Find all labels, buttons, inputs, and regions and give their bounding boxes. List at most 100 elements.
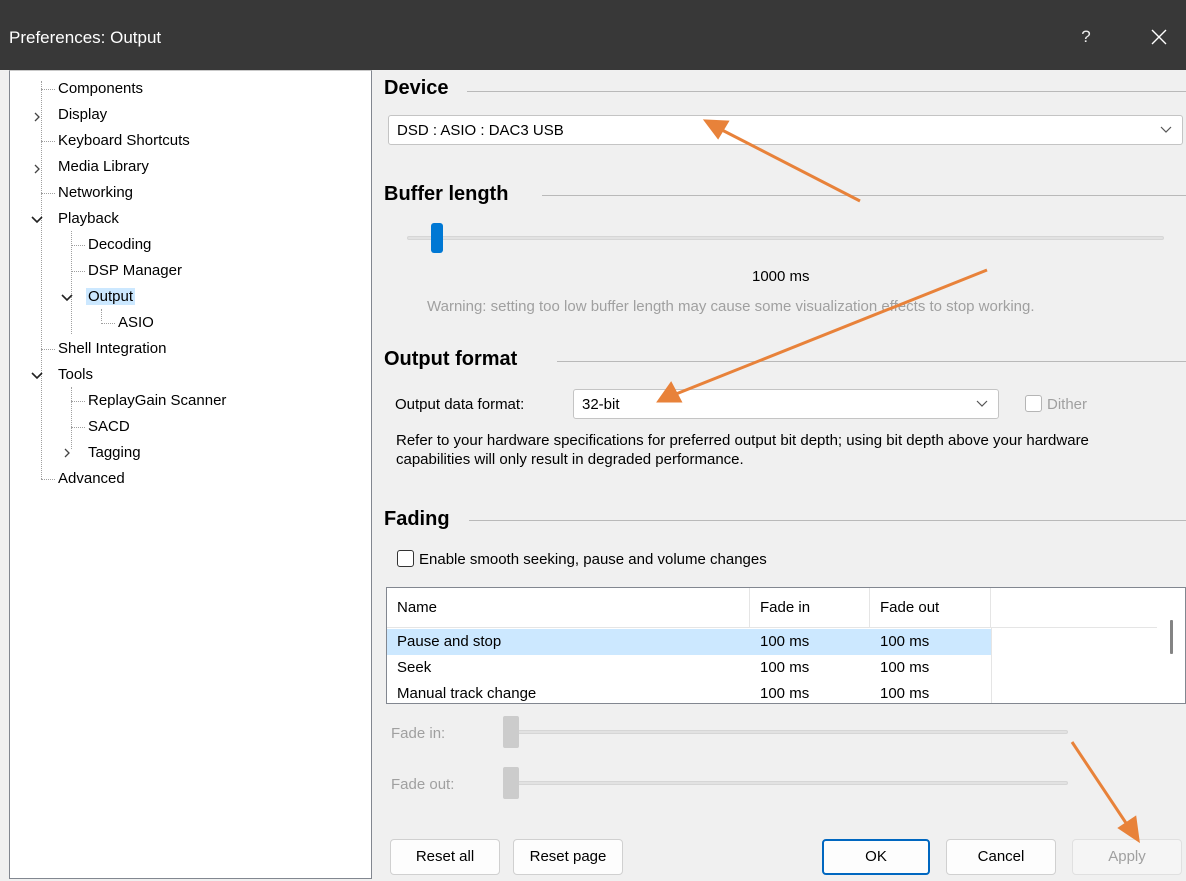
- tree-item-label: Playback: [58, 210, 119, 227]
- tree-item-dsp-manager[interactable]: DSP Manager: [86, 260, 184, 282]
- cell-fade-out: 100 ms: [880, 659, 930, 676]
- fade-in-slider-thumb[interactable]: [503, 716, 519, 748]
- buffer-length-value: 1000 ms: [752, 268, 810, 285]
- tree-item-sacd[interactable]: SACD: [86, 416, 132, 438]
- tree-guide-line: [71, 245, 85, 246]
- device-dropdown[interactable]: DSD : ASIO : DAC3 USB: [388, 115, 1183, 145]
- cell-fade-in: 100 ms: [760, 659, 810, 676]
- fading-table[interactable]: Name Fade in Fade out Pause and stop 100…: [386, 587, 1186, 704]
- annotation-arrow-output-format: [675, 268, 988, 396]
- table-scrollbar[interactable]: [1157, 588, 1185, 703]
- output-format-heading: Output format: [384, 348, 518, 370]
- section-divider: [557, 361, 1186, 362]
- tree-guide-line: [101, 309, 102, 321]
- output-data-format-dropdown[interactable]: 32-bit: [573, 389, 999, 419]
- tree-item-label: Display: [58, 106, 108, 123]
- reset-page-button[interactable]: Reset page: [513, 839, 623, 875]
- fade-out-slider-thumb[interactable]: [503, 767, 519, 799]
- tree-guide-line: [41, 479, 55, 480]
- help-button[interactable]: ?: [1072, 22, 1100, 52]
- tree-item-tagging[interactable]: Tagging: [86, 442, 143, 464]
- cell-fade-in: 100 ms: [760, 633, 810, 650]
- tree-item-label: SACD: [88, 418, 130, 435]
- chevron-down-icon[interactable]: [30, 368, 44, 382]
- tree-item-output[interactable]: Output: [86, 286, 136, 308]
- reset-all-button[interactable]: Reset all: [390, 839, 500, 875]
- tree-item-media-library[interactable]: Media Library: [56, 156, 151, 178]
- tree-item-shell-integration[interactable]: Shell Integration: [56, 338, 168, 360]
- cell-fade-out: 100 ms: [880, 685, 930, 702]
- tree-item-advanced[interactable]: Advanced: [56, 468, 127, 490]
- column-header-fade-out[interactable]: Fade out: [870, 588, 991, 628]
- table-row[interactable]: Pause and stop 100 ms 100 ms: [387, 629, 991, 655]
- tree-item-display[interactable]: Display: [56, 104, 109, 126]
- window-title: Preferences: Output: [9, 28, 162, 47]
- chevron-right-icon[interactable]: [60, 446, 74, 460]
- table-header: Name Fade in Fade out: [387, 588, 1157, 628]
- tree-guide-line: [41, 89, 55, 90]
- tree-item-label: Keyboard Shortcuts: [58, 132, 190, 149]
- preferences-tree[interactable]: Components Display Keyboard Shortcuts Me…: [9, 70, 372, 879]
- chevron-down-icon[interactable]: [60, 290, 74, 304]
- tree-guide-line: [71, 401, 85, 402]
- buffer-length-heading: Buffer length: [384, 183, 509, 205]
- chevron-down-icon[interactable]: [30, 212, 44, 226]
- close-button[interactable]: [1142, 22, 1176, 52]
- enable-smooth-seeking-label: Enable smooth seeking, pause and volume …: [419, 551, 767, 568]
- cell-name: Seek: [397, 659, 432, 676]
- tree-item-label: Advanced: [58, 470, 125, 487]
- tree-item-label: Decoding: [88, 236, 152, 253]
- cancel-button[interactable]: Cancel: [946, 839, 1056, 875]
- tree-item-keyboard-shortcuts[interactable]: Keyboard Shortcuts: [56, 130, 192, 152]
- column-header-fade-in[interactable]: Fade in: [750, 588, 870, 628]
- tree-item-components[interactable]: Components: [56, 78, 145, 100]
- tree-item-tools[interactable]: Tools: [56, 364, 95, 386]
- annotation-arrowhead: [1117, 815, 1140, 844]
- scrollbar-thumb[interactable]: [1170, 620, 1173, 654]
- cell-fade-in: 100 ms: [760, 685, 810, 702]
- tree-item-decoding[interactable]: Decoding: [86, 234, 153, 256]
- tree-item-label: Tagging: [88, 444, 141, 461]
- table-row[interactable]: Seek 100 ms 100 ms: [387, 655, 991, 681]
- chevron-down-icon: [1160, 126, 1172, 133]
- table-row[interactable]: Manual track change 100 ms 100 ms: [387, 681, 991, 703]
- tree-item-asio[interactable]: ASIO: [116, 312, 156, 334]
- column-header-name[interactable]: Name: [387, 588, 750, 628]
- fading-heading: Fading: [384, 508, 450, 530]
- tree-item-playback[interactable]: Playback: [56, 208, 121, 230]
- close-icon: [1151, 29, 1167, 45]
- fade-out-label: Fade out:: [391, 776, 455, 793]
- buffer-length-slider-thumb[interactable]: [431, 223, 443, 253]
- tree-item-networking[interactable]: Networking: [56, 182, 135, 204]
- cell-fade-out: 100 ms: [880, 633, 930, 650]
- tree-guide-line: [71, 271, 85, 272]
- output-format-note: Refer to your hardware specifications fo…: [396, 432, 1089, 468]
- tree-item-label: Shell Integration: [58, 340, 167, 357]
- tree-item-replaygain-scanner[interactable]: ReplayGain Scanner: [86, 390, 228, 412]
- apply-button[interactable]: Apply: [1072, 839, 1182, 875]
- section-divider: [469, 520, 1186, 521]
- ok-button[interactable]: OK: [822, 839, 930, 875]
- buffer-warning-text: Warning: setting too low buffer length m…: [427, 298, 1035, 315]
- output-format-selected-value: 32-bit: [582, 396, 620, 413]
- tree-item-label: Networking: [58, 184, 134, 201]
- fade-in-label: Fade in:: [391, 725, 446, 742]
- section-divider: [467, 91, 1186, 92]
- enable-smooth-seeking-checkbox[interactable]: [397, 550, 414, 567]
- tree-guide-line: [41, 141, 55, 142]
- annotation-arrow-apply: [1070, 741, 1130, 827]
- tree-guide-line: [41, 193, 55, 194]
- cell-name: Pause and stop: [397, 633, 502, 650]
- buffer-length-slider[interactable]: [407, 236, 1164, 240]
- tree-item-label: ReplayGain Scanner: [88, 392, 227, 409]
- tree-guide-line: [41, 349, 55, 350]
- chevron-right-icon[interactable]: [30, 162, 44, 176]
- tree-guide-line: [71, 427, 85, 428]
- chevron-right-icon[interactable]: [30, 110, 44, 124]
- fade-out-slider[interactable]: [507, 781, 1068, 785]
- tree-guide-line: [101, 323, 115, 324]
- tree-item-label: Tools: [58, 366, 94, 383]
- fade-in-slider[interactable]: [507, 730, 1068, 734]
- section-divider: [542, 195, 1186, 196]
- dither-checkbox[interactable]: [1025, 395, 1042, 412]
